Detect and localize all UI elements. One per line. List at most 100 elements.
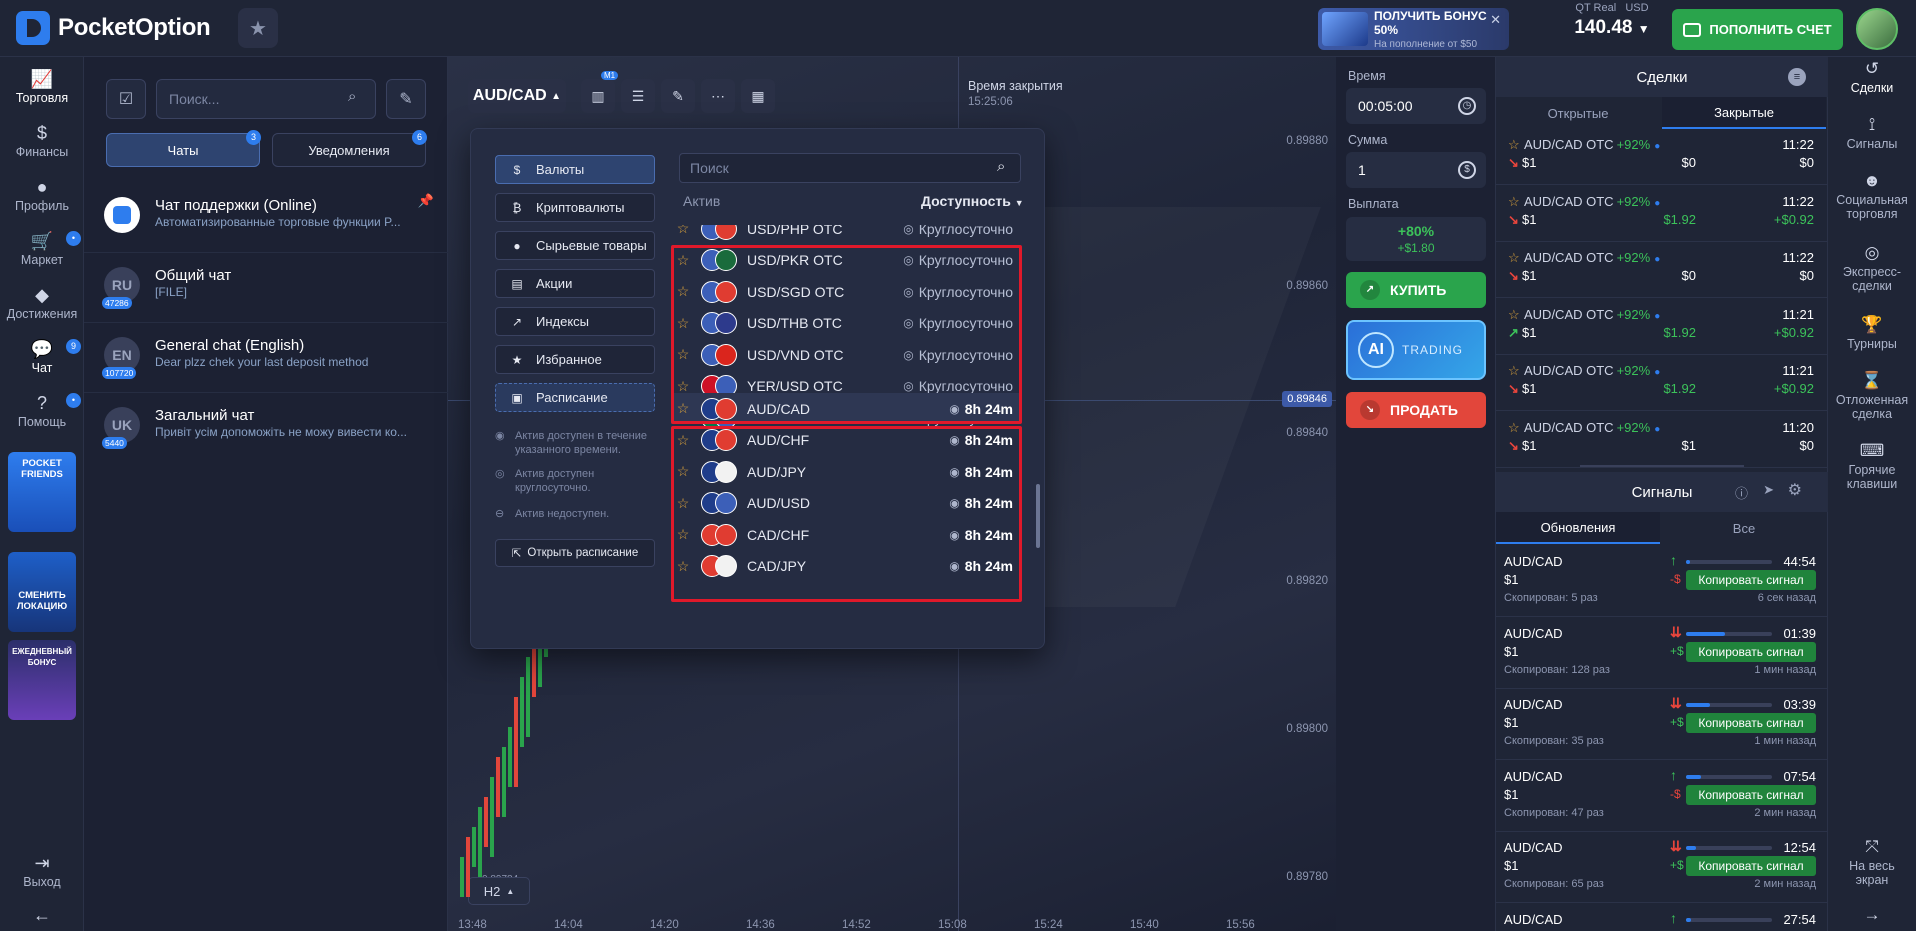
promo-pocket-friends[interactable]: POCKET FRIENDS <box>8 452 76 532</box>
signal-amount: $1 <box>1504 715 1519 730</box>
nav-market[interactable]: 🛒 Маркет • <box>0 229 84 267</box>
category-indices[interactable]: ↗ Индексы <box>495 307 655 336</box>
arrow-right-icon[interactable]: → <box>1828 903 1916 927</box>
deal-row[interactable]: ☆ AUD/CAD OTC +92% ● 11:22 ↘ $1 $0 $0 <box>1496 242 1828 298</box>
star-outline-icon[interactable]: ☆ <box>1508 420 1520 436</box>
deal-pair: AUD/CAD OTC <box>1524 193 1614 209</box>
star-outline-icon[interactable]: ☆ <box>1508 137 1520 153</box>
caret-down-icon: ▼ <box>1014 198 1024 208</box>
rnav-tournaments[interactable]: 🏆 Турниры <box>1828 313 1916 351</box>
category-favorites[interactable]: ★ Избранное <box>495 345 655 374</box>
copy-signal-button[interactable]: Копировать сигнал <box>1686 641 1816 662</box>
pocketoption-logo[interactable]: PocketOption <box>16 10 211 46</box>
star-outline-icon[interactable]: ☆ <box>1508 363 1520 379</box>
drawing-button[interactable]: ✎ <box>661 79 695 113</box>
amount-input[interactable]: 1 $ <box>1346 152 1486 188</box>
telegram-icon[interactable]: ➤ <box>1763 482 1774 498</box>
deal-amount: $1 <box>1522 324 1537 340</box>
tab-closed-deals[interactable]: Закрытые <box>1662 97 1826 129</box>
promo-daily-bonus[interactable]: ЕЖЕДНЕВНЫЙ БОНУС <box>8 640 76 720</box>
deal-row[interactable]: ☆ AUD/CAD OTC +92% ● 11:21 ↗ $1 $1.92 +$0.92 <box>1496 299 1828 355</box>
caret-up-icon: ▲ <box>506 886 515 896</box>
nav-exit[interactable]: ⇥ Выход <box>0 851 84 889</box>
close-icon[interactable]: ✕ <box>1490 12 1501 28</box>
tab-notifications[interactable]: Уведомления 6 <box>272 130 427 167</box>
chat-item-general-en[interactable]: EN 107720 General chat (English) Dear pl… <box>84 323 448 393</box>
nav-help[interactable]: ? Помощь • <box>0 391 84 429</box>
category-stocks[interactable]: ▤ Акции <box>495 269 655 298</box>
buy-button[interactable]: ↗ КУПИТЬ <box>1346 272 1486 308</box>
deal-row[interactable]: ☆ AUD/CAD OTC +92% ● 11:20 ↘ $1 $1 $0 <box>1496 412 1828 468</box>
nav-achievements[interactable]: ◆ Достижения <box>0 283 84 321</box>
pin-icon[interactable]: 📌 <box>418 193 434 209</box>
asset-row[interactable]: ☆ USD/PHP OTC ◎ Круглосуточно <box>671 225 1021 244</box>
nav-chat[interactable]: 💬 Чат 9 <box>0 337 84 375</box>
promo-change-location[interactable]: СМЕНИТЬ ЛОКАЦИЮ <box>8 552 76 632</box>
deal-percent: +92% <box>1616 306 1651 322</box>
select-checkbox-button[interactable]: ☑ <box>106 79 146 119</box>
collapse-arrow-icon[interactable]: ← <box>0 903 84 927</box>
column-header-availability[interactable]: Доступность ▼ <box>921 193 1024 209</box>
rnav-hotkeys[interactable]: ⌨ Горячие клавиши <box>1828 439 1916 491</box>
star-outline-icon[interactable]: ☆ <box>1508 250 1520 266</box>
dollar-circle-icon[interactable]: $ <box>1458 161 1476 179</box>
chat-item-general-uk[interactable]: UK 5440 Загальний чат Привіт усім допомо… <box>84 393 448 463</box>
category-commodities[interactable]: ● Сырьевые товары <box>495 231 655 260</box>
copy-signal-button[interactable]: Копировать сигнал <box>1686 784 1816 805</box>
settings-gear-icon[interactable]: ⚙ <box>1788 480 1802 500</box>
star-outline-icon[interactable]: ☆ <box>1508 307 1520 323</box>
time-input[interactable]: 00:05:00 ◷ <box>1346 88 1486 124</box>
deal-row[interactable]: ☆ AUD/CAD OTC +92% ● 11:22 ↘ $1 $1.92 +$0.92 <box>1496 186 1828 242</box>
rnav-signals[interactable]: ⟟ Сигналы <box>1828 113 1916 151</box>
category-crypto[interactable]: ₿ Криптовалюты <box>495 193 655 222</box>
star-outline-icon[interactable]: ☆ <box>671 225 695 237</box>
nav-finance[interactable]: $ Финансы <box>0 121 84 159</box>
favorites-star-button[interactable]: ★ <box>238 8 278 48</box>
user-avatar[interactable] <box>1856 8 1898 50</box>
more-button[interactable]: ⋯ <box>701 79 735 113</box>
rnav-pending[interactable]: ⌛ Отложенная сделка <box>1828 369 1916 421</box>
chat-item-general-ru[interactable]: RU 47286 Общий чат [FILE] <box>84 253 448 323</box>
nav-trading[interactable]: 📈 Торговля <box>0 67 84 105</box>
tab-open-deals[interactable]: Открытые <box>1496 97 1660 129</box>
copy-signal-button[interactable]: Копировать сигнал <box>1686 570 1816 590</box>
deposit-button[interactable]: ПОПОЛНИТЬ СЧЕТ <box>1672 9 1843 50</box>
star-icon: ★ <box>249 17 267 40</box>
rnav-social-trading[interactable]: ☻ Социальная торговля <box>1828 169 1916 221</box>
sell-button[interactable]: ↘ ПРОДАТЬ <box>1346 392 1486 428</box>
chart-type-button[interactable]: ▥ M1 <box>581 71 619 113</box>
tab-all-signals[interactable]: Все <box>1662 512 1826 544</box>
period-selector[interactable]: H2 ▲ <box>468 877 530 905</box>
category-currencies[interactable]: $ Валюты <box>495 155 655 184</box>
chat-item-support[interactable]: Чат поддержки (Online) Автоматизированны… <box>84 183 448 253</box>
deal-row[interactable]: ☆ AUD/CAD OTC +92% ● 11:21 ↘ $1 $1.92 +$0.92 <box>1496 355 1828 411</box>
tab-updates[interactable]: Обновления <box>1496 512 1660 544</box>
asset-search-input[interactable] <box>679 153 1021 183</box>
asset-selector-button[interactable]: AUD/CAD ▲ <box>468 79 566 113</box>
compose-button[interactable]: ✎ <box>386 79 426 119</box>
ai-trading-button[interactable]: AI TRADING <box>1346 320 1486 380</box>
copy-signal-button[interactable]: Копировать сигнал <box>1686 856 1816 876</box>
layout-button[interactable]: ▦ <box>741 79 775 113</box>
signal-pair: AUD/CAD <box>1504 768 1563 784</box>
help-icon[interactable]: ⓘ <box>1735 483 1748 502</box>
bonus-banner[interactable]: ПОЛУЧИТЬ БОНУС 50% На пополнение от $50 … <box>1318 8 1509 50</box>
nav-profile[interactable]: ● Профиль <box>0 175 84 213</box>
menu-icon[interactable]: ≡ <box>1788 68 1806 86</box>
bonus-subtitle: На пополнение от $50 <box>1374 38 1478 50</box>
account-selector[interactable]: QT Real USD 140.48 ▼ <box>1568 2 1656 52</box>
indicators-button[interactable]: ☰ <box>621 79 655 113</box>
star-outline-icon[interactable]: ☆ <box>1508 194 1520 210</box>
current-price-tag: 0.89846 <box>1282 391 1332 407</box>
chat-search-input[interactable] <box>156 79 376 119</box>
scrollbar-thumb[interactable] <box>1036 484 1040 548</box>
category-schedule[interactable]: ▣ Расписание <box>495 383 655 412</box>
open-schedule-button[interactable]: ⇱ Открыть расписание <box>495 539 655 567</box>
copy-signal-button[interactable]: Копировать сигнал <box>1686 713 1816 733</box>
rnav-fullscreen[interactable]: ⤧ На весь экран <box>1828 835 1916 887</box>
rnav-deals[interactable]: ↺ Сделки <box>1828 57 1916 95</box>
tab-chats[interactable]: Чаты 3 <box>106 130 261 167</box>
deal-row[interactable]: ☆ AUD/CAD OTC +92% ● 11:22 ↘ $1 $0 $0 <box>1496 129 1828 185</box>
rnav-express[interactable]: ◎ Экспресс-сделки <box>1828 241 1916 293</box>
clock-icon[interactable]: ◷ <box>1458 97 1476 115</box>
